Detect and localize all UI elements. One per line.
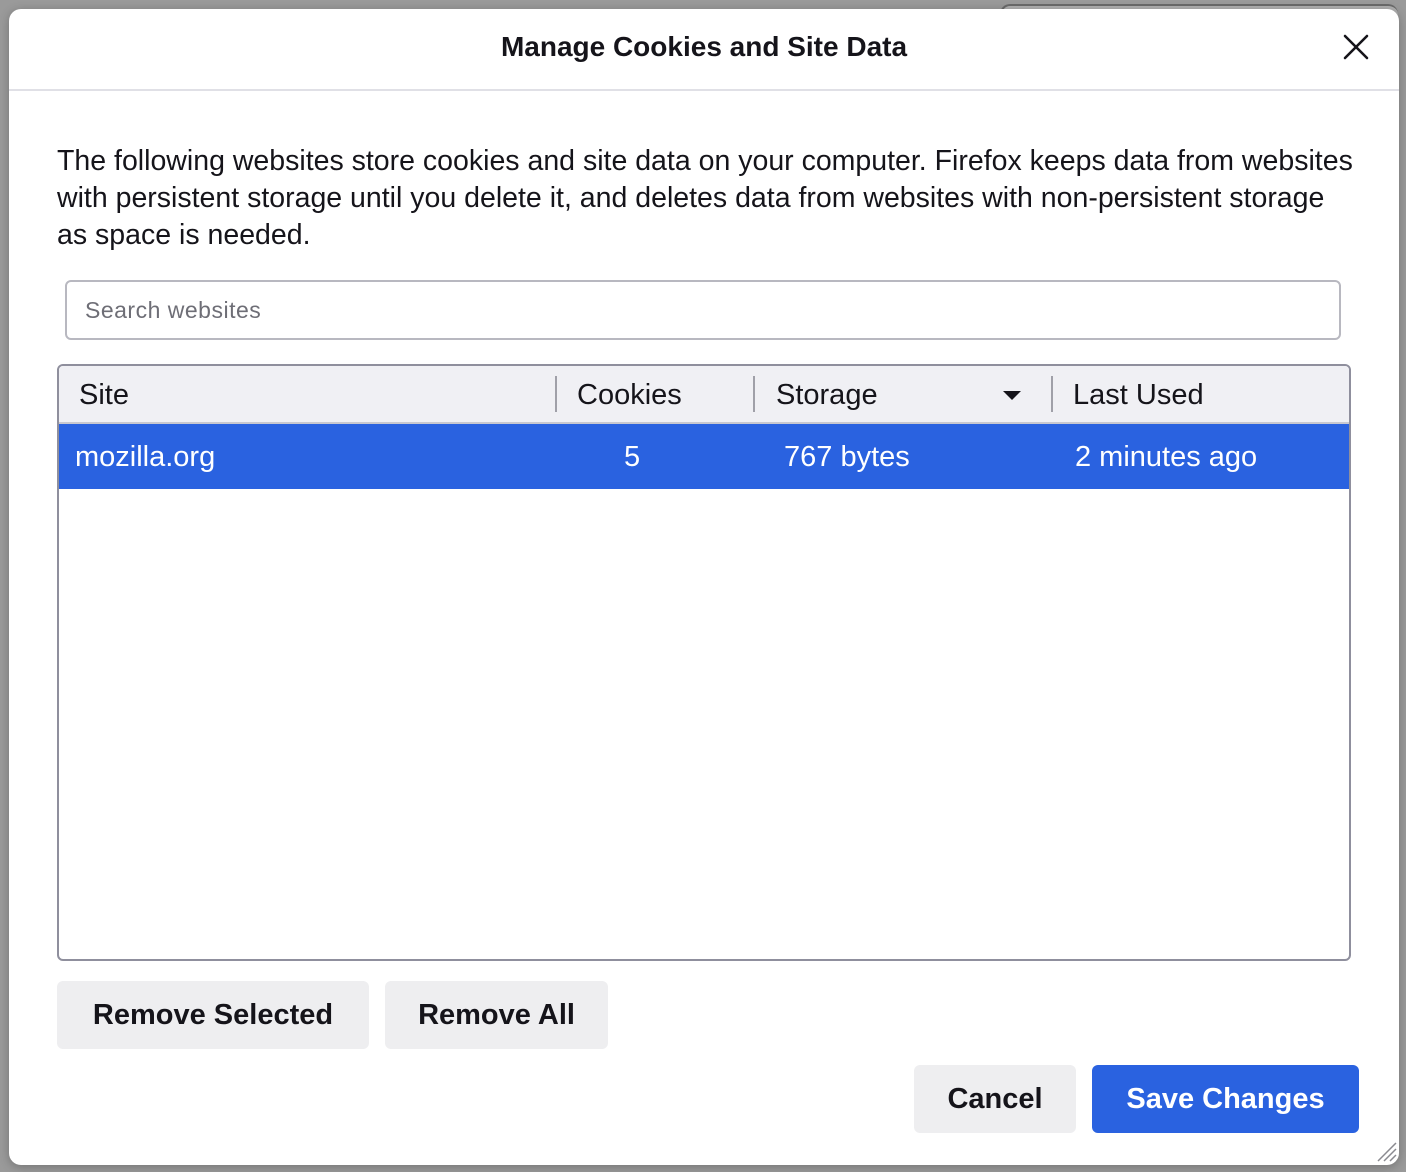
remove-all-button[interactable]: Remove All — [385, 981, 608, 1049]
column-header-cookies[interactable]: Cookies — [577, 366, 682, 422]
cell-storage: 767 bytes — [784, 441, 910, 473]
save-changes-button[interactable]: Save Changes — [1092, 1065, 1359, 1133]
cell-site: mozilla.org — [75, 441, 216, 473]
dialog-title: Manage Cookies and Site Data — [500, 31, 908, 62]
cancel-button[interactable]: Cancel — [914, 1065, 1076, 1133]
dialog-description: The following websites store cookies and… — [57, 145, 1353, 251]
resize-grip-icon — [1377, 1142, 1397, 1162]
table-header: Site Cookies Storage Last Used — [59, 366, 1349, 424]
column-splitter[interactable] — [1051, 376, 1053, 412]
sort-descending-icon — [1003, 391, 1021, 400]
site-data-table: Site Cookies Storage Last Used mozilla.o… — [57, 364, 1351, 961]
column-header-site[interactable]: Site — [79, 366, 129, 422]
column-splitter[interactable] — [753, 376, 755, 412]
close-button[interactable] — [1334, 25, 1378, 69]
manage-cookies-dialog: Manage Cookies and Site Data The followi… — [9, 9, 1399, 1165]
table-row[interactable]: mozilla.org 5 767 bytes 2 minutes ago — [59, 424, 1349, 489]
cell-cookies: 5 — [624, 441, 641, 473]
search-websites-input[interactable] — [65, 280, 1341, 340]
dialog-titlebar: Manage Cookies and Site Data — [9, 9, 1399, 91]
cell-last-used: 2 minutes ago — [1075, 441, 1258, 473]
remove-selected-button[interactable]: Remove Selected — [57, 981, 369, 1049]
column-header-last-used[interactable]: Last Used — [1073, 366, 1204, 422]
column-header-storage[interactable]: Storage — [776, 366, 878, 422]
close-icon — [1343, 34, 1369, 60]
resize-grip[interactable] — [1374, 1139, 1398, 1163]
column-splitter[interactable] — [555, 376, 557, 412]
